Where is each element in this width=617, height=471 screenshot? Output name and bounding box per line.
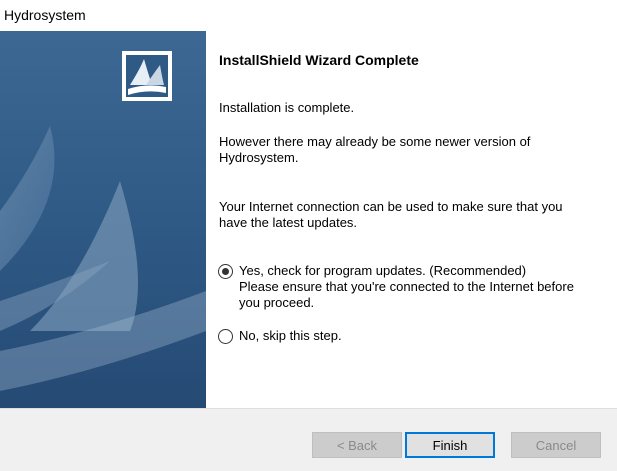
internet-line2: have the latest updates. xyxy=(219,215,358,230)
cancel-button[interactable]: Cancel xyxy=(511,432,601,458)
window-title: Hydrosystem xyxy=(4,7,86,23)
internet-text: Your Internet connection can be used to … xyxy=(219,199,599,231)
title-bar[interactable]: Hydrosystem xyxy=(0,0,617,31)
radio-unselected-icon[interactable] xyxy=(218,329,233,344)
radio-skip-step[interactable]: No, skip this step. xyxy=(218,328,599,344)
radio-check-updates-label[interactable]: Yes, check for program updates. (Recomme… xyxy=(239,263,599,311)
radio-check-updates[interactable]: Yes, check for program updates. (Recomme… xyxy=(218,263,599,311)
status-text: Installation is complete. xyxy=(219,100,355,115)
radio-skip-step-label[interactable]: No, skip this step. xyxy=(239,328,599,344)
newer-version-line2: Hydrosystem. xyxy=(219,150,299,165)
newer-version-line1: However there may already be some newer … xyxy=(219,134,531,149)
finish-button[interactable]: Finish xyxy=(405,432,495,458)
back-button[interactable]: < Back xyxy=(312,432,402,458)
installshield-logo xyxy=(122,51,172,101)
button-bar: < Back Finish Cancel xyxy=(0,408,617,471)
option-yes-line2: Please ensure that you're connected to t… xyxy=(239,279,574,294)
option-yes-line1: Yes, check for program updates. (Recomme… xyxy=(239,263,527,278)
option-no-line1: No, skip this step. xyxy=(239,328,342,343)
internet-line1: Your Internet connection can be used to … xyxy=(219,199,563,214)
option-yes-line3: you proceed. xyxy=(239,295,315,310)
sail-logo-icon xyxy=(126,55,168,97)
radio-selected-icon[interactable] xyxy=(218,264,233,279)
newer-version-text: However there may already be some newer … xyxy=(219,134,599,166)
wizard-heading: InstallShield Wizard Complete xyxy=(219,52,419,68)
wizard-banner xyxy=(0,31,206,408)
banner-artwork xyxy=(0,31,206,408)
wizard-content: InstallShield Wizard Complete Installati… xyxy=(206,31,617,408)
